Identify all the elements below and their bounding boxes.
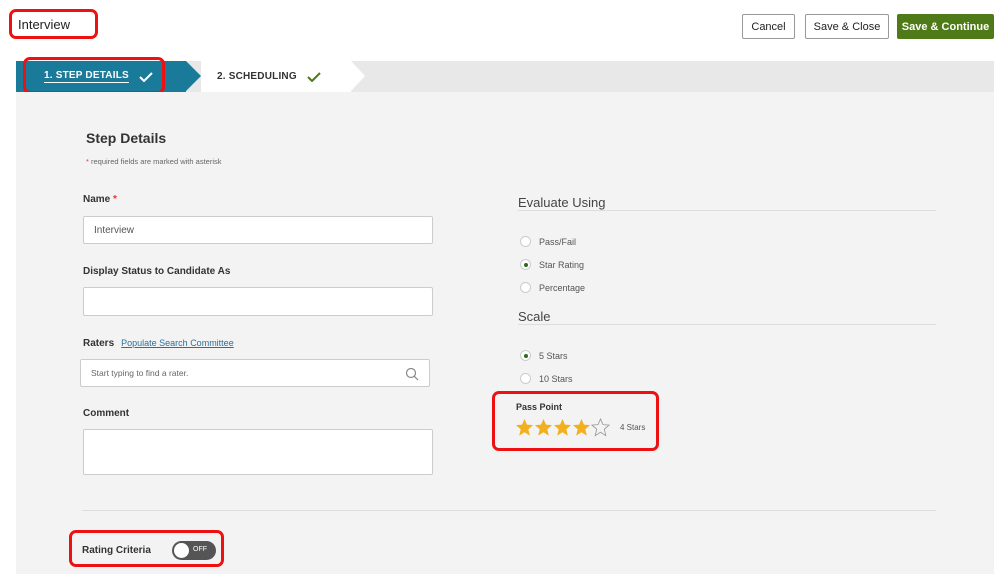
divider — [518, 210, 936, 211]
radio-percentage[interactable]: Percentage — [520, 282, 585, 293]
scale-title: Scale — [518, 309, 551, 324]
save-close-button[interactable]: Save & Close — [805, 14, 889, 39]
rater-search-input[interactable]: Start typing to find a rater. — [80, 359, 430, 387]
populate-committee-link[interactable]: Populate Search Committee — [121, 338, 234, 348]
step-2-chevron — [351, 61, 365, 91]
search-icon[interactable] — [405, 367, 419, 381]
raters-label: Raters Populate Search Committee — [83, 338, 234, 349]
radio-button[interactable] — [520, 282, 531, 293]
display-status-label: Display Status to Candidate As — [83, 266, 231, 277]
name-label: Name * — [83, 194, 117, 205]
radio-button[interactable] — [520, 350, 531, 361]
required-note: * required fields are marked with asteri… — [86, 157, 222, 166]
radio-button[interactable] — [520, 373, 531, 384]
highlight-title — [9, 9, 98, 39]
highlight-pass-point — [492, 391, 659, 451]
highlight-rating-criteria — [69, 530, 224, 567]
comment-label: Comment — [83, 408, 130, 419]
comment-textarea[interactable] — [83, 429, 433, 475]
divider — [82, 510, 936, 511]
radio-button[interactable] — [520, 236, 531, 247]
radio-5-stars[interactable]: 5 Stars — [520, 350, 568, 361]
section-title: Step Details — [86, 130, 167, 146]
radio-pass-fail[interactable]: Pass/Fail — [520, 236, 576, 247]
display-status-field[interactable] — [83, 287, 433, 316]
tab-scheduling[interactable]: 2. SCHEDULING — [201, 61, 351, 92]
rater-search-placeholder: Start typing to find a rater. — [91, 368, 189, 378]
save-continue-button[interactable]: Save & Continue — [897, 14, 994, 39]
radio-10-stars[interactable]: 10 Stars — [520, 373, 573, 384]
check-icon — [307, 71, 321, 82]
step-1-chevron — [186, 61, 201, 91]
highlight-step-details — [23, 57, 165, 94]
step-2-label: 2. SCHEDULING — [217, 71, 297, 82]
evaluate-using-title: Evaluate Using — [518, 195, 606, 210]
radio-button[interactable] — [520, 259, 531, 270]
cancel-button[interactable]: Cancel — [742, 14, 795, 39]
header-bar: Interview Cancel Save & Close Save & Con… — [0, 0, 994, 58]
name-field[interactable]: Interview — [83, 216, 433, 244]
radio-star-rating[interactable]: Star Rating — [520, 259, 584, 270]
divider — [518, 324, 936, 325]
